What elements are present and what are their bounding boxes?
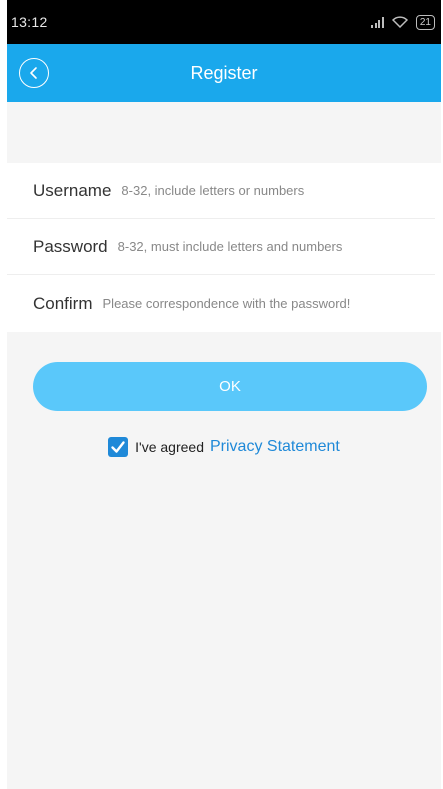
checkmark-icon [111, 441, 125, 453]
password-input[interactable] [117, 239, 435, 254]
header-bar: Register [7, 44, 441, 102]
battery-icon: 21 [415, 14, 435, 30]
chevron-left-icon [30, 67, 37, 79]
device-frame: 13:12 21 Register Username 8-32, include… [0, 0, 443, 789]
privacy-statement-link[interactable]: Privacy Statement [210, 438, 340, 456]
username-label: Username [33, 180, 112, 200]
back-button[interactable] [19, 58, 49, 88]
signal-icon [371, 16, 384, 28]
confirm-label: Confirm [33, 293, 93, 313]
agreement-row: I've agreed Privacy Statement [7, 437, 441, 457]
status-time: 13:12 [11, 14, 48, 30]
ok-button[interactable]: OK [33, 362, 427, 411]
app-screen: 13:12 21 Register Username 8-32, include… [7, 0, 441, 789]
confirm-password-input[interactable] [102, 296, 435, 311]
page-title: Register [190, 62, 258, 83]
password-label: Password [33, 236, 108, 256]
agree-checkbox[interactable] [108, 437, 129, 457]
status-bar: 13:12 21 [7, 0, 441, 44]
wifi-icon [391, 16, 408, 28]
password-row: Password [7, 219, 435, 275]
status-icons: 21 [371, 14, 435, 30]
battery-level: 21 [419, 16, 431, 28]
username-row: Username [7, 163, 435, 219]
agree-text: I've agreed [135, 439, 204, 455]
confirm-row: Confirm [7, 275, 435, 332]
username-input[interactable] [121, 183, 435, 198]
register-form: Username Password Confirm [7, 163, 441, 332]
